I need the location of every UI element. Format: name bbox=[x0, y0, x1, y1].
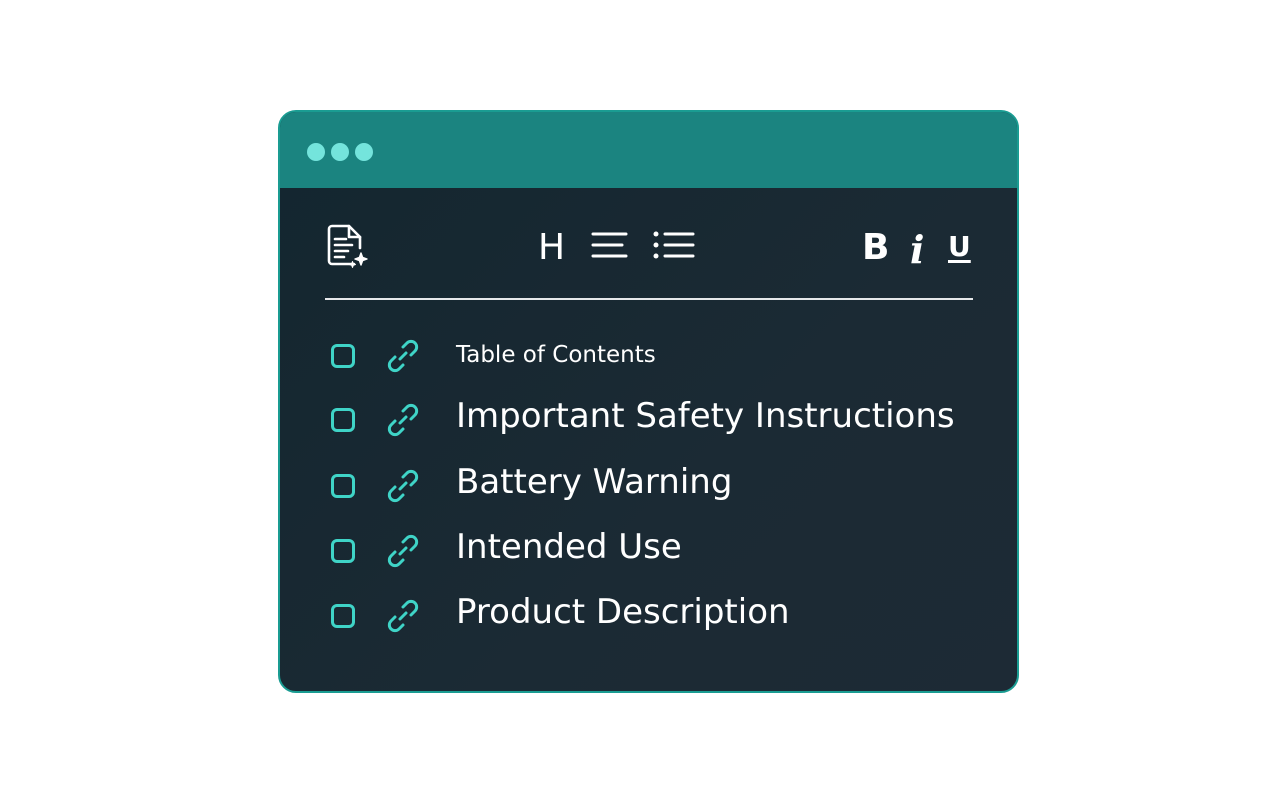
toc-row: Table of Contents bbox=[280, 336, 1017, 382]
window-control-dot[interactable] bbox=[307, 143, 325, 161]
link-icon[interactable] bbox=[385, 402, 421, 438]
toc-checkbox[interactable] bbox=[331, 474, 355, 498]
window-titlebar bbox=[280, 112, 1017, 188]
toc-row: Intended Use bbox=[280, 527, 1017, 577]
bulleted-list-icon[interactable] bbox=[652, 230, 696, 264]
window-control-dot[interactable] bbox=[355, 143, 373, 161]
underline-button[interactable]: U bbox=[948, 230, 971, 264]
toc-checkbox[interactable] bbox=[331, 408, 355, 432]
italic-button[interactable]: i bbox=[910, 228, 924, 272]
toc-item-label[interactable]: Table of Contents bbox=[456, 342, 656, 368]
toc-checkbox[interactable] bbox=[331, 604, 355, 628]
heading-button[interactable]: H bbox=[538, 228, 565, 268]
toc-item-label[interactable]: Intended Use bbox=[456, 527, 682, 567]
toc-row: Product Description bbox=[280, 592, 1017, 642]
toc-checkbox[interactable] bbox=[331, 539, 355, 563]
toc-checkbox[interactable] bbox=[331, 344, 355, 368]
toc-item-label[interactable]: Product Description bbox=[456, 592, 790, 632]
document-sparkle-icon[interactable] bbox=[324, 222, 372, 270]
link-icon[interactable] bbox=[385, 468, 421, 504]
toolbar-divider bbox=[325, 298, 973, 300]
toc-row: Important Safety Instructions bbox=[280, 396, 1017, 446]
align-left-icon[interactable] bbox=[590, 230, 630, 264]
toc-item-label[interactable]: Important Safety Instructions bbox=[456, 396, 955, 436]
editor-window: H B i U Table of Contents Important Safe… bbox=[278, 110, 1019, 693]
link-icon[interactable] bbox=[385, 598, 421, 634]
bold-button[interactable]: B bbox=[862, 228, 889, 268]
link-icon[interactable] bbox=[385, 533, 421, 569]
window-control-dot[interactable] bbox=[331, 143, 349, 161]
toc-item-label[interactable]: Battery Warning bbox=[456, 462, 732, 502]
link-icon[interactable] bbox=[385, 338, 421, 374]
toc-row: Battery Warning bbox=[280, 462, 1017, 512]
